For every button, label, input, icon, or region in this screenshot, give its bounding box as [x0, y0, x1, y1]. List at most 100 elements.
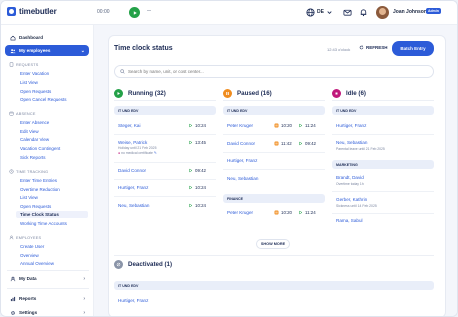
- employee-link[interactable]: Hurtiger, Franz: [118, 298, 148, 303]
- sidebar-link-overview[interactable]: Overview: [20, 253, 39, 258]
- avatar[interactable]: [376, 6, 389, 19]
- user-name[interactable]: Joan Johnson: [393, 9, 427, 15]
- globe-icon[interactable]: [306, 8, 315, 17]
- sidebar-link-enter-vacation[interactable]: Enter Vacation: [20, 71, 49, 76]
- sidebar-item-dashboard[interactable]: Dashboard: [5, 32, 89, 43]
- play-outline-icon: [189, 140, 193, 145]
- search-bar[interactable]: [114, 65, 434, 78]
- sidebar-link-list-view[interactable]: List View: [20, 80, 38, 85]
- refresh-button[interactable]: REFRESH: [359, 45, 388, 50]
- sidebar-link-calendar-view[interactable]: Calendar View: [20, 137, 49, 142]
- employee-link[interactable]: David Connor: [118, 168, 146, 173]
- group-header: IT UND EDV: [114, 281, 434, 290]
- employee-link[interactable]: Brandt, David: [336, 175, 364, 180]
- sidebar-item-label: Dashboard: [19, 35, 43, 40]
- logo[interactable]: timebutler: [7, 7, 57, 16]
- sidebar-link-edit-view[interactable]: Edit View: [20, 129, 39, 134]
- running-title: Running (32): [128, 90, 166, 97]
- play-outline-icon: [299, 123, 303, 128]
- group-header: IT UND EDV: [332, 106, 434, 115]
- sidebar-item-label: My Data: [19, 276, 37, 281]
- mail-icon[interactable]: [343, 8, 352, 17]
- employee-link[interactable]: David Connor: [227, 141, 255, 146]
- sidebar-item-reports[interactable]: Reports ›: [5, 293, 89, 304]
- sidebar-link-open-cancel-requests[interactable]: Open Cancel Requests: [20, 97, 67, 102]
- refresh-icon: [359, 45, 364, 50]
- employee-link[interactable]: Gerber, Kathrin: [336, 197, 367, 202]
- employee-link[interactable]: Hurtiger, Franz: [118, 185, 148, 190]
- employee-link[interactable]: Peter Kruger: [227, 123, 253, 128]
- sidebar-item-my-employees[interactable]: My employees ⌄: [5, 45, 89, 56]
- refresh-label: REFRESH: [366, 45, 388, 50]
- employee-link[interactable]: Steger, Kai: [118, 123, 140, 128]
- sidebar-link-time-clock-status[interactable]: Time Clock Status: [16, 211, 88, 218]
- chevron-down-icon: ⌄: [80, 48, 85, 54]
- divider: [114, 196, 216, 197]
- divider: [7, 288, 89, 289]
- search-input[interactable]: [128, 69, 418, 74]
- absence-note: Parental leave until 21 Feb 2025: [336, 147, 385, 151]
- clock-time: 10:24: [188, 185, 206, 190]
- sidebar-link-enter-time-entries[interactable]: Enter Time Entries: [20, 178, 57, 183]
- employee-link[interactable]: Neu, Sebastian: [118, 203, 149, 208]
- bell-icon[interactable]: [359, 8, 368, 17]
- employee-link[interactable]: Neu, Sebastian: [227, 176, 258, 181]
- play-outline-icon: [189, 203, 193, 208]
- language-select[interactable]: DE: [317, 9, 324, 15]
- user-icon: [10, 276, 16, 281]
- section-employees-heading: EMPLOYEES: [9, 235, 41, 240]
- chevron-right-icon: ›: [83, 276, 85, 282]
- paused-column-header: Paused (16): [223, 89, 272, 98]
- pause-icon: [274, 123, 279, 128]
- calendar-icon: [9, 111, 14, 116]
- status-note: Sickness until 14 Feb 2025: [336, 204, 377, 208]
- employee-link[interactable]: Weise, Patrick: [118, 140, 147, 145]
- sidebar-item-my-data[interactable]: My Data ›: [5, 273, 89, 284]
- divider: [332, 191, 434, 192]
- employee-link[interactable]: Rama, Sabul: [336, 218, 363, 223]
- sidebar-link-time-open-requests[interactable]: Open Requests: [20, 204, 51, 209]
- divider: [332, 100, 434, 101]
- pause-time: 10:20: [274, 210, 292, 215]
- top-bar: timebutler 00:00 -- DE Joan Johnson Admi…: [1, 1, 457, 25]
- sidebar-item-label: Reports: [19, 296, 37, 301]
- show-more-button[interactable]: SHOW MORE: [256, 239, 290, 249]
- divider: [114, 134, 216, 135]
- sidebar-link-vacation-contingent[interactable]: Vacation Contingent: [20, 146, 60, 151]
- divider: [114, 255, 434, 256]
- group-header: FINANCE: [223, 194, 325, 203]
- sidebar-link-sick-reports[interactable]: Sick Reports: [20, 155, 46, 160]
- document-icon: [9, 62, 14, 67]
- clock-time: 09:42: [298, 141, 316, 146]
- search-icon: [120, 69, 125, 74]
- admin-badge: Admin: [426, 8, 441, 14]
- divider: [114, 100, 216, 101]
- employee-link[interactable]: Hurtiger, Franz: [336, 123, 366, 128]
- sidebar-link-overtime-reduction[interactable]: Overtime Reduction: [20, 187, 60, 192]
- sidebar-link-open-requests[interactable]: Open Requests: [20, 89, 51, 94]
- sidebar-link-enter-absence[interactable]: Enter Absence: [20, 120, 49, 125]
- sidebar-link-time-list-view[interactable]: List View: [20, 195, 38, 200]
- employee-link[interactable]: Hurtiger, Franz: [227, 158, 257, 163]
- user-icon: [9, 235, 14, 240]
- absence-subnote: ● no medical certificate ✎: [118, 151, 157, 155]
- batch-entry-button[interactable]: Batch Entry: [392, 41, 434, 56]
- deactivated-title: Deactivated (1): [128, 261, 173, 268]
- chevron-down-icon[interactable]: [325, 8, 334, 17]
- app-window: timebutler 00:00 -- DE Joan Johnson Admi…: [0, 0, 458, 317]
- chevron-right-icon: ›: [83, 310, 85, 316]
- sidebar-item-settings[interactable]: Settings ›: [5, 307, 89, 316]
- clock-time: 10:24: [188, 203, 206, 208]
- sidebar-link-working-time-accounts[interactable]: Working Time Accounts: [20, 221, 67, 226]
- clock-icon: [9, 169, 14, 174]
- start-timer-button[interactable]: [129, 7, 140, 18]
- idle-title: Idle (6): [346, 90, 366, 97]
- sidebar-link-annual-overview[interactable]: Annual Overview: [20, 261, 54, 266]
- sidebar-link-create-user[interactable]: Create User: [20, 244, 44, 249]
- absence-note: Holiday until 21 Feb 2025: [118, 146, 157, 150]
- group-header: IT UND EDV: [114, 106, 216, 115]
- sidebar: Dashboard My employees ⌄ REQUESTS Enter …: [1, 25, 94, 316]
- play-outline-icon: [189, 123, 193, 128]
- employee-link[interactable]: Neu, Sebastian: [336, 140, 367, 145]
- employee-link[interactable]: Peter Kruger: [227, 210, 253, 215]
